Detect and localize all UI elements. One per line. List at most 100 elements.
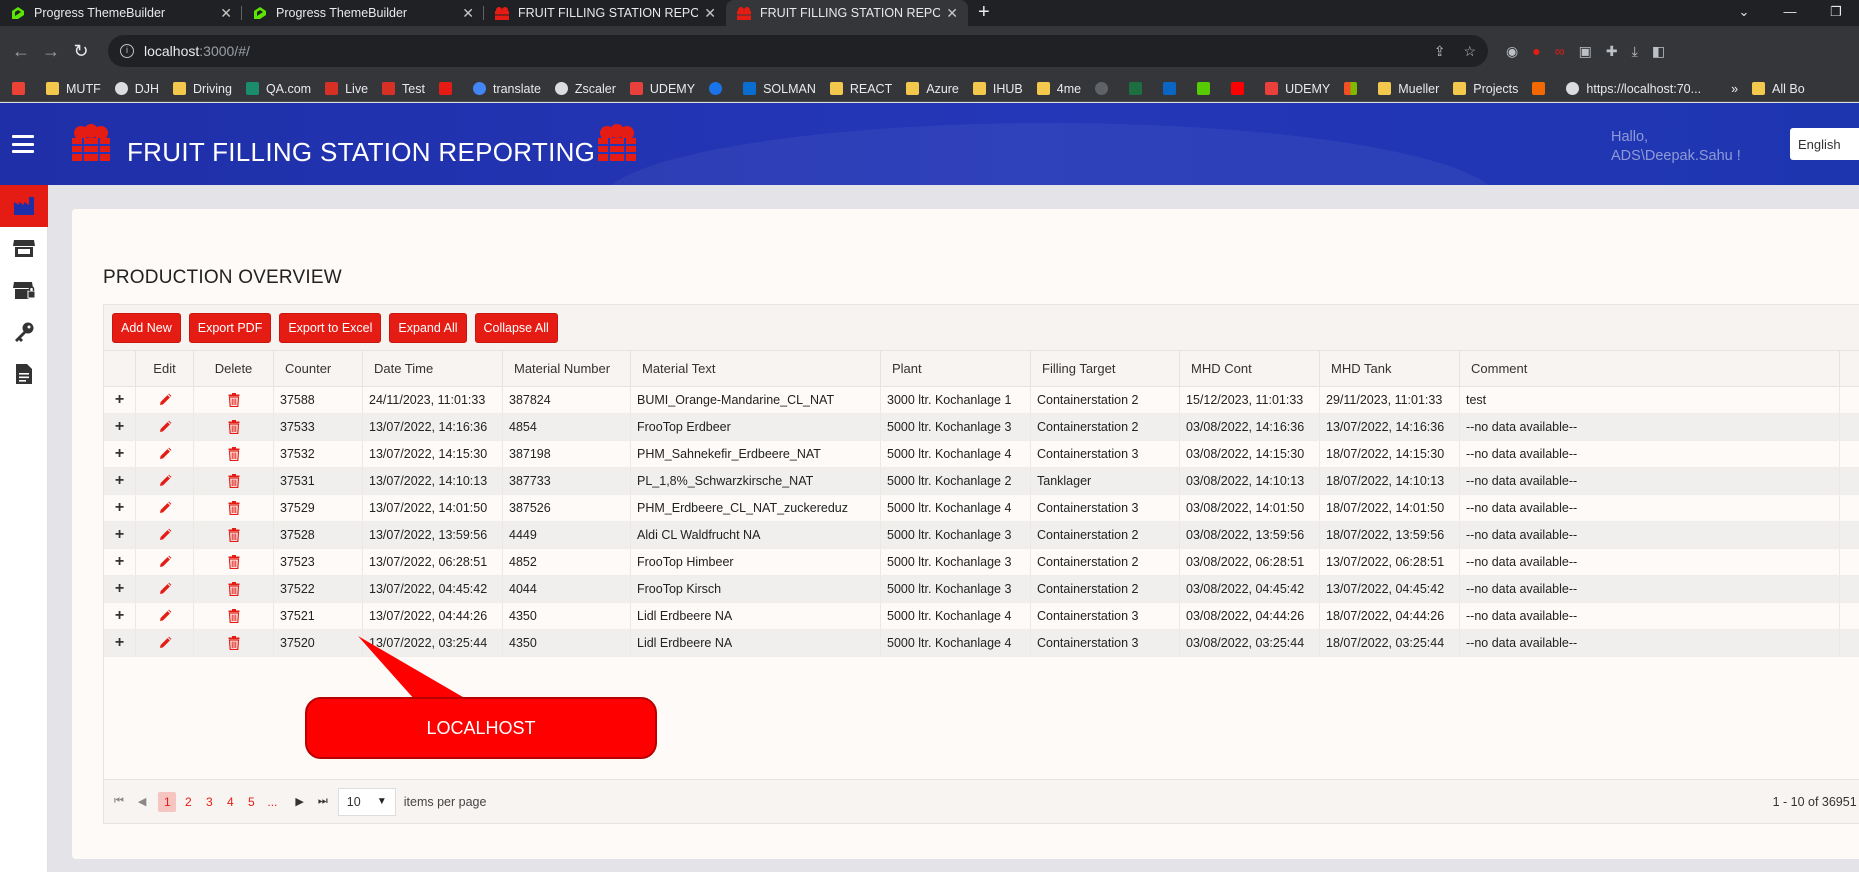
browser-tab-3[interactable]: FRUIT FILLING STATION REPORTI ✕: [726, 0, 968, 26]
edit-pencil-icon[interactable]: [158, 501, 172, 515]
bookmark-item[interactable]: 4me: [1036, 82, 1081, 96]
page-number[interactable]: 3: [200, 792, 218, 812]
close-icon[interactable]: ✕: [704, 5, 716, 22]
close-icon[interactable]: ✕: [462, 5, 474, 22]
bookmark-item[interactable]: Mueller: [1378, 82, 1439, 96]
collapse-all-button[interactable]: Collapse All: [474, 312, 558, 343]
table-row[interactable]: +37588 24/11/2023, 11:01:33 387824 BUMI_Ora…: [104, 387, 1859, 414]
expand-row-icon[interactable]: +: [115, 526, 124, 544]
edit-pencil-icon[interactable]: [158, 609, 172, 623]
page-number[interactable]: 1: [158, 791, 177, 812]
minimize-icon[interactable]: —: [1767, 0, 1813, 26]
puzzle-icon[interactable]: ✚: [1606, 43, 1618, 60]
browser-tab-2[interactable]: FRUIT FILLING STATION REPORTI ✕: [484, 0, 726, 26]
column-header[interactable]: Edit: [136, 351, 194, 386]
table-row[interactable]: +37533 13/07/2022, 14:16:36 4854 FrooTop Er…: [104, 414, 1859, 441]
column-header[interactable]: Material Number: [503, 351, 631, 386]
nav-store-lock[interactable]: [0, 269, 48, 311]
bookmark-item[interactable]: Test: [382, 82, 425, 96]
table-row[interactable]: +37522 13/07/2022, 04:45:42 4044 FrooTop Ki…: [104, 576, 1859, 603]
column-header[interactable]: Counter: [274, 351, 363, 386]
trash-icon[interactable]: [228, 420, 240, 434]
column-header[interactable]: Comment: [1460, 351, 1840, 386]
nav-production[interactable]: [0, 185, 48, 227]
table-row[interactable]: +37529 13/07/2022, 14:01:50 387526 PHM_Erdb…: [104, 495, 1859, 522]
prev-page-icon[interactable]: ◀: [138, 795, 146, 808]
table-row[interactable]: +37520 13/07/2022, 03:25:44 4350 Lidl Erdbe…: [104, 630, 1859, 657]
edit-pencil-icon[interactable]: [158, 555, 172, 569]
column-header[interactable]: Filling Target: [1031, 351, 1180, 386]
browser-tab-1[interactable]: Progress ThemeBuilder ✕: [242, 0, 484, 26]
column-header[interactable]: MHD Cont: [1180, 351, 1320, 386]
table-row[interactable]: +37528 13/07/2022, 13:59:56 4449 Aldi CL Wa…: [104, 522, 1859, 549]
sidepanel-icon[interactable]: ◧: [1652, 43, 1665, 60]
bookmark-item[interactable]: IHUB: [972, 82, 1023, 96]
back-icon[interactable]: ←: [6, 41, 36, 62]
bookmark-item[interactable]: DJH: [114, 82, 159, 96]
page-more[interactable]: ...: [263, 792, 281, 812]
star-icon[interactable]: ☆: [1463, 43, 1476, 60]
column-header[interactable]: Plant: [881, 351, 1031, 386]
first-page-icon[interactable]: ⏮: [114, 795, 124, 808]
extension-icon[interactable]: ∞: [1555, 43, 1565, 60]
bookmark-item[interactable]: [1231, 82, 1251, 95]
next-page-icon[interactable]: ▶: [295, 795, 303, 808]
bookmark-item[interactable]: QA.com: [245, 82, 311, 96]
expand-row-icon[interactable]: +: [115, 607, 124, 625]
nav-reports[interactable]: [0, 353, 48, 395]
expand-row-icon[interactable]: +: [115, 634, 124, 652]
extension-icon[interactable]: ●: [1532, 43, 1540, 60]
table-row[interactable]: +37521 13/07/2022, 04:44:26 4350 Lidl Erdbe…: [104, 603, 1859, 630]
edit-pencil-icon[interactable]: [158, 528, 172, 542]
expand-row-icon[interactable]: +: [115, 445, 124, 463]
page-number[interactable]: 2: [179, 792, 197, 812]
forward-icon[interactable]: →: [36, 41, 66, 62]
expand-row-icon[interactable]: +: [115, 391, 124, 409]
edit-pencil-icon[interactable]: [158, 636, 172, 650]
bookmark-item[interactable]: Projects: [1453, 82, 1518, 96]
edit-pencil-icon[interactable]: [158, 447, 172, 461]
trash-icon[interactable]: [228, 555, 240, 569]
nav-store[interactable]: [0, 227, 48, 269]
bookmark-item[interactable]: Azure: [906, 82, 959, 96]
download-icon[interactable]: ⤓: [1632, 43, 1638, 60]
edit-pencil-icon[interactable]: [158, 474, 172, 488]
column-header[interactable]: [104, 351, 136, 386]
address-bar[interactable]: i localhost:3000/#/ ⇪ ☆: [108, 35, 1488, 67]
expand-row-icon[interactable]: +: [115, 553, 124, 571]
trash-icon[interactable]: [228, 528, 240, 542]
bookmark-item[interactable]: [1095, 82, 1115, 95]
trash-icon[interactable]: [228, 636, 240, 650]
trash-icon[interactable]: [228, 501, 240, 515]
trash-icon[interactable]: [228, 393, 240, 407]
expand-all-button[interactable]: Expand All: [389, 312, 467, 343]
bookmarks-overflow[interactable]: »: [1731, 82, 1738, 96]
expand-row-icon[interactable]: +: [115, 418, 124, 436]
page-size-select[interactable]: 10 ▼: [337, 787, 396, 816]
bookmark-item[interactable]: [12, 82, 32, 95]
hamburger-menu-icon[interactable]: [12, 135, 34, 153]
column-header[interactable]: Date Time: [363, 351, 503, 386]
edit-pencil-icon[interactable]: [158, 582, 172, 596]
bookmark-item[interactable]: Driving: [173, 82, 232, 96]
trash-icon[interactable]: [228, 609, 240, 623]
bookmark-item[interactable]: UDEMY: [1265, 82, 1330, 96]
extension-icon[interactable]: ▣: [1579, 43, 1592, 60]
table-row[interactable]: +37523 13/07/2022, 06:28:51 4852 FrooTop Hi…: [104, 549, 1859, 576]
bookmark-item[interactable]: [1532, 82, 1552, 95]
reload-icon[interactable]: ↻: [66, 41, 96, 62]
bookmark-item[interactable]: UDEMY: [629, 82, 695, 96]
bookmark-item[interactable]: translate: [472, 82, 541, 96]
column-header[interactable]: Delete: [194, 351, 274, 386]
bookmark-item[interactable]: [1197, 82, 1217, 95]
close-icon[interactable]: ✕: [946, 5, 958, 22]
trash-icon[interactable]: [228, 474, 240, 488]
bookmark-item[interactable]: SOLMAN: [743, 82, 816, 96]
bookmark-item[interactable]: MUTF: [46, 82, 101, 96]
info-icon[interactable]: i: [120, 44, 134, 58]
bookmark-item[interactable]: All Bo: [1752, 82, 1805, 96]
bookmark-item[interactable]: [709, 82, 729, 95]
bookmark-item[interactable]: https://localhost:70...: [1566, 82, 1701, 96]
nav-keys[interactable]: [0, 311, 48, 353]
edit-pencil-icon[interactable]: [158, 420, 172, 434]
